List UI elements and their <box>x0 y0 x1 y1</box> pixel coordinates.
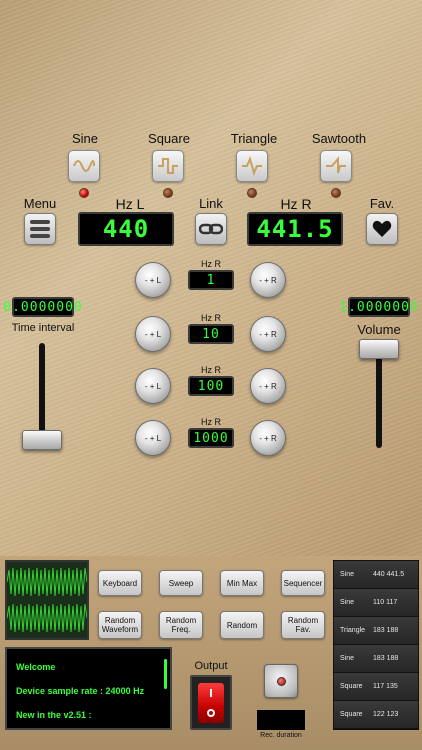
keyboard-button[interactable]: Keyboard <box>98 570 142 596</box>
square-led <box>163 188 173 198</box>
favorite-freqs: 117 135 <box>373 683 398 690</box>
square-wave-button[interactable] <box>152 150 184 182</box>
sweep-button[interactable]: Sweep <box>159 570 203 596</box>
sine-led <box>79 188 89 198</box>
time-interval-display: 0.0000000 <box>3 297 82 317</box>
console-line-sample-rate: Device sample rate : 24000 Hz <box>16 686 145 696</box>
waveform-label-square: Square <box>148 131 190 146</box>
step-3-display: 100 <box>188 376 234 396</box>
step-1-right-knob[interactable]: - + R <box>250 262 286 298</box>
step-3-right-knob[interactable]: - + R <box>250 368 286 404</box>
record-icon <box>276 676 286 686</box>
favorite-freqs: 183 188 <box>373 627 399 634</box>
rec-duration-label: Rec. duration <box>260 732 302 739</box>
menu-label: Menu <box>23 196 57 211</box>
output-label: Output <box>194 660 228 672</box>
sine-wave-button[interactable] <box>68 150 100 182</box>
time-interval-slider-thumb[interactable] <box>22 430 62 450</box>
step-2-left-knob[interactable]: - + L <box>135 316 171 352</box>
menu-button[interactable] <box>24 213 56 245</box>
heart-icon <box>372 220 392 237</box>
favorite-wave: Sine <box>340 655 355 662</box>
time-interval-slider-track[interactable] <box>39 343 45 443</box>
favorite-wave: Sine <box>340 571 355 578</box>
min-max-button[interactable]: Min Max <box>220 570 264 596</box>
favorite-wave: Triangle <box>340 627 366 634</box>
triangle-wave-icon <box>242 156 262 176</box>
power-off-mark-icon <box>207 708 215 717</box>
hz-r-display[interactable]: 441.5 <box>247 212 343 246</box>
message-console: Welcome Device sample rate : 24000 Hz Ne… <box>5 647 172 730</box>
favorite-item[interactable]: Square 117 135 <box>334 673 418 701</box>
random-freq-button[interactable]: Random Freq. <box>159 611 203 639</box>
output-switch[interactable] <box>190 675 232 730</box>
step-1-left-knob[interactable]: - + L <box>135 262 171 298</box>
random-button[interactable]: Random <box>220 611 264 639</box>
record-button[interactable] <box>264 664 298 698</box>
random-fav-button[interactable]: Random Fav. <box>281 611 325 639</box>
sawtooth-wave-button[interactable] <box>320 150 352 182</box>
step-4-display: 1000 <box>188 428 234 448</box>
rec-duration-display <box>257 710 305 730</box>
volume-display: 1.0000000 <box>339 297 418 317</box>
console-line-version: New in the v2.51 : <box>16 710 92 720</box>
step-4-left-knob[interactable]: - + L <box>135 420 171 456</box>
step-1-display: 1 <box>188 270 234 290</box>
favorite-wave: Square <box>340 683 363 690</box>
favorite-wave: Sine <box>340 599 355 606</box>
step-3-label: Hz R <box>201 365 221 375</box>
step-2-display: 10 <box>188 324 234 344</box>
fav-label: Fav. <box>369 196 395 211</box>
volume-label: Volume <box>357 322 401 337</box>
triangle-led <box>247 188 257 198</box>
link-button[interactable] <box>195 213 227 245</box>
favorite-item[interactable]: Square 122 123 <box>334 701 418 729</box>
console-line-welcome: Welcome <box>16 662 56 672</box>
favorite-wave: Square <box>340 711 363 718</box>
hz-l-display[interactable]: 440 <box>78 212 174 246</box>
sawtooth-led <box>331 188 341 198</box>
waveform-label-sine: Sine <box>71 131 99 146</box>
console-scrollbar[interactable] <box>164 659 167 689</box>
step-4-right-knob[interactable]: - + R <box>250 420 286 456</box>
step-2-right-knob[interactable]: - + R <box>250 316 286 352</box>
oscilloscope-display <box>5 560 89 640</box>
step-1-label: Hz R <box>201 259 221 269</box>
step-2-label: Hz R <box>201 313 221 323</box>
time-interval-label: Time interval <box>11 322 75 334</box>
favorite-item[interactable]: Triangle 183 188 <box>334 617 418 645</box>
output-switch-rocker <box>198 682 224 723</box>
favorite-item[interactable]: Sine 440 441.5 <box>334 561 418 589</box>
favorite-button[interactable] <box>366 213 398 245</box>
triangle-wave-button[interactable] <box>236 150 268 182</box>
waveform-label-sawtooth: Sawtooth <box>311 131 367 146</box>
favorite-freqs: 110 117 <box>373 599 398 606</box>
volume-slider-thumb[interactable] <box>359 339 399 359</box>
sawtooth-wave-icon <box>326 156 346 174</box>
sine-wave-icon <box>73 160 95 172</box>
waveform-label-triangle: Triangle <box>230 131 278 146</box>
favorite-item[interactable]: Sine 183 188 <box>334 645 418 673</box>
favorite-freqs: 183 188 <box>373 655 399 662</box>
favorite-item[interactable]: Sine 110 117 <box>334 589 418 617</box>
link-label: Link <box>199 196 223 211</box>
step-4-label: Hz R <box>201 417 221 427</box>
favorite-freqs: 122 123 <box>373 711 399 718</box>
hz-l-label: Hz L <box>115 196 145 212</box>
power-on-mark-icon <box>210 688 212 697</box>
step-3-left-knob[interactable]: - + L <box>135 368 171 404</box>
oscilloscope-waveform <box>6 567 88 633</box>
random-waveform-button[interactable]: Random Waveform <box>98 611 142 639</box>
sequencer-button[interactable]: Sequencer <box>281 570 325 596</box>
hz-r-label: Hz R <box>280 196 312 212</box>
favorite-freqs: 440 441.5 <box>373 571 405 578</box>
hamburger-icon <box>30 220 50 238</box>
square-wave-icon <box>158 158 178 174</box>
link-icon <box>199 223 223 235</box>
favorites-list[interactable]: Sine 440 441.5 Sine 110 117 Triangle 183 18… <box>333 560 419 730</box>
